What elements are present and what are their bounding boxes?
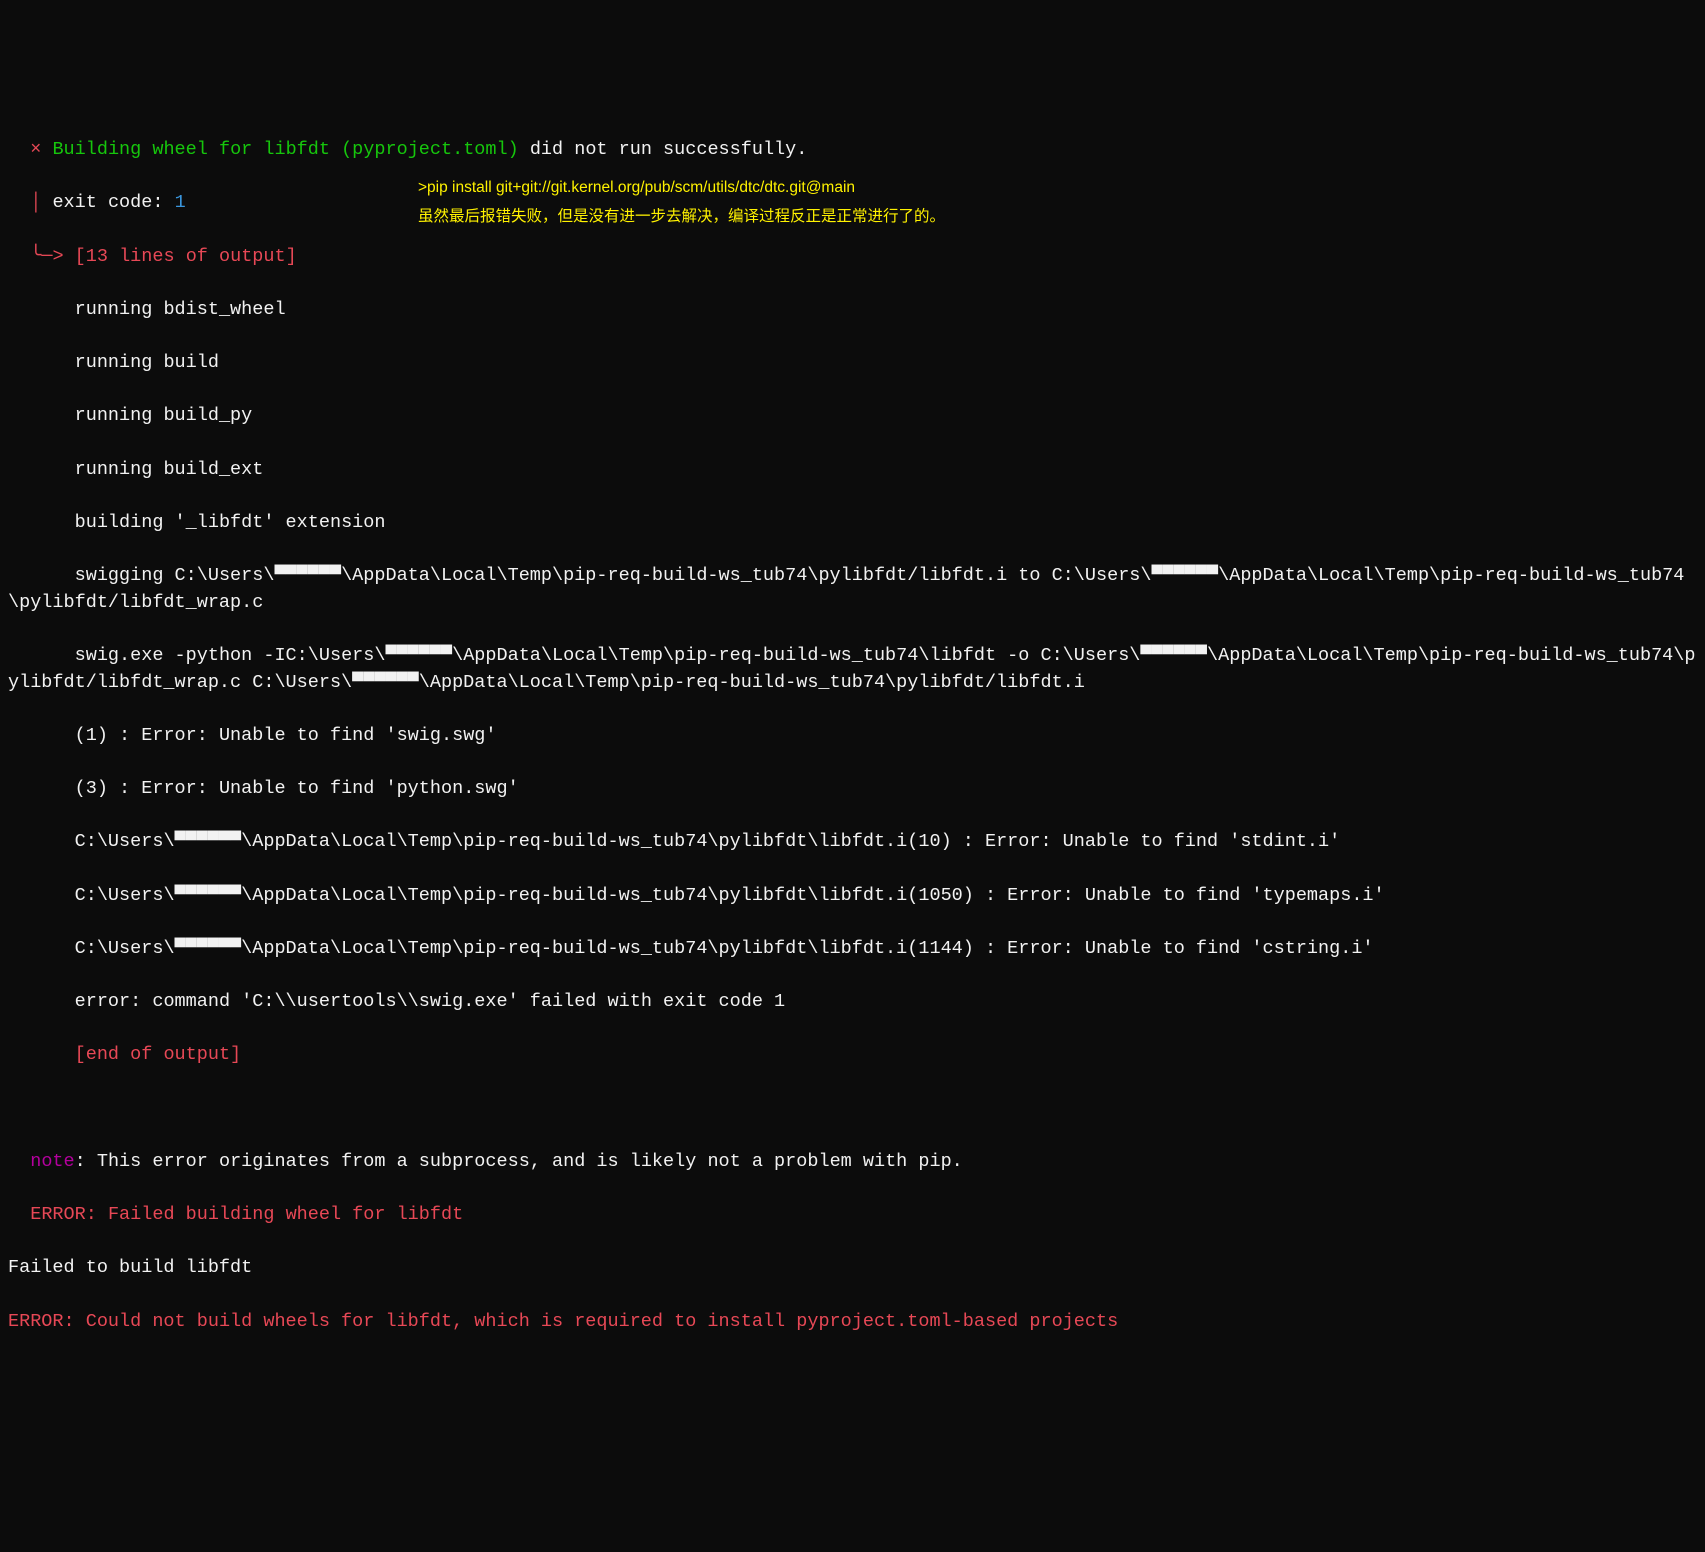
output-line: (1) : Error: Unable to find 'swig.swg' bbox=[8, 723, 1705, 750]
error-prefix: ERROR: bbox=[8, 1311, 86, 1332]
note-prefix: note bbox=[8, 1151, 75, 1172]
output-line: building '_libfdt' extension bbox=[8, 510, 1705, 537]
note-text: : This error originates from a subproces… bbox=[75, 1151, 963, 1172]
terminal-output: × Building wheel for libfdt (pyproject.t… bbox=[8, 111, 1705, 1416]
annotation-overlay: >pip install git+git://git.kernel.org/pu… bbox=[418, 173, 945, 232]
blank-line bbox=[8, 1096, 1705, 1123]
output-line: C:\Users\▀▀▀▀▀▀\AppData\Local\Temp\pip-r… bbox=[8, 829, 1705, 856]
build-header-line: × Building wheel for libfdt (pyproject.t… bbox=[8, 137, 1705, 164]
annotation-command: >pip install git+git://git.kernel.org/pu… bbox=[418, 173, 945, 202]
tree-elbow-icon: ╰─> bbox=[8, 246, 75, 267]
output-line: running bdist_wheel bbox=[8, 297, 1705, 324]
failed-line: Failed to build libfdt bbox=[8, 1255, 1705, 1282]
output-line: running build_ext bbox=[8, 457, 1705, 484]
output-line: C:\Users\▀▀▀▀▀▀\AppData\Local\Temp\pip-r… bbox=[8, 936, 1705, 963]
x-icon: × bbox=[8, 139, 52, 160]
annotation-note: 虽然最后报错失败，但是没有进一步去解决，编译过程反正是正常进行了的。 bbox=[418, 202, 945, 231]
error-text: Failed building wheel for libfdt bbox=[108, 1204, 463, 1225]
error-line: ERROR: Could not build wheels for libfdt… bbox=[8, 1309, 1705, 1336]
exit-code-value: 1 bbox=[175, 192, 186, 213]
output-line: (3) : Error: Unable to find 'python.swg' bbox=[8, 776, 1705, 803]
error-prefix: ERROR: bbox=[8, 1204, 108, 1225]
build-title-rest: did not run successfully. bbox=[519, 139, 808, 160]
note-line: note: This error originates from a subpr… bbox=[8, 1149, 1705, 1176]
tree-branch-icon: │ bbox=[8, 192, 52, 213]
end-of-output-label: [end of output] bbox=[8, 1042, 1705, 1069]
exit-label: exit code: bbox=[52, 192, 174, 213]
output-line: error: command 'C:\\usertools\\swig.exe'… bbox=[8, 989, 1705, 1016]
lines-output-label: [13 lines of output] bbox=[75, 246, 297, 267]
output-line: swigging C:\Users\▀▀▀▀▀▀\AppData\Local\T… bbox=[8, 563, 1705, 616]
output-header-line: ╰─> [13 lines of output] bbox=[8, 244, 1705, 271]
output-line: swig.exe -python -IC:\Users\▀▀▀▀▀▀\AppDa… bbox=[8, 643, 1705, 696]
error-line: ERROR: Failed building wheel for libfdt bbox=[8, 1202, 1705, 1229]
output-line: C:\Users\▀▀▀▀▀▀\AppData\Local\Temp\pip-r… bbox=[8, 883, 1705, 910]
error-text: Could not build wheels for libfdt, which… bbox=[86, 1311, 1118, 1332]
build-title: Building wheel for libfdt (pyproject.tom… bbox=[52, 139, 518, 160]
output-line: running build bbox=[8, 350, 1705, 377]
output-line: running build_py bbox=[8, 403, 1705, 430]
